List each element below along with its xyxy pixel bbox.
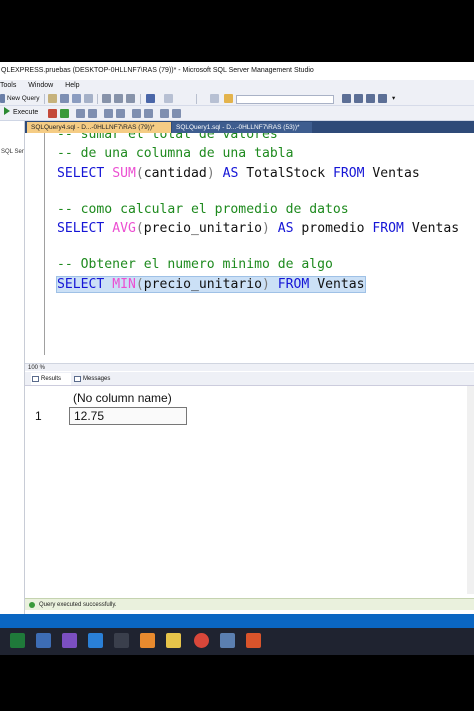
grid-icon bbox=[32, 376, 39, 382]
object-explorer-panel[interactable]: SQL Serve bbox=[0, 121, 25, 615]
results-to-icon[interactable] bbox=[104, 109, 113, 118]
query-status-bar: Query executed successfully. bbox=[25, 598, 474, 610]
find-combobox[interactable] bbox=[236, 95, 334, 104]
editor-gutter bbox=[25, 133, 49, 363]
print-icon[interactable] bbox=[84, 94, 93, 103]
new-query-button[interactable]: New Query bbox=[7, 92, 40, 106]
standard-toolbar: New Query ▾ bbox=[0, 92, 474, 106]
xampp-app-icon[interactable] bbox=[140, 633, 155, 648]
object-explorer-header: SQL Serve bbox=[1, 149, 24, 155]
vscode-app-icon[interactable] bbox=[88, 633, 103, 648]
object-explorer-icon[interactable] bbox=[354, 94, 363, 103]
cut-icon[interactable] bbox=[102, 94, 111, 103]
code-line-4: -- como calcular el promedio de datos bbox=[57, 202, 349, 217]
file-explorer-app-icon[interactable] bbox=[166, 633, 181, 648]
navigate-icon[interactable] bbox=[210, 94, 219, 103]
toolbar-overflow-icon[interactable]: ▾ bbox=[392, 92, 395, 106]
success-check-icon bbox=[29, 602, 35, 608]
ssms-app-icon[interactable] bbox=[220, 633, 235, 648]
save-icon[interactable] bbox=[60, 94, 69, 103]
tab-messages[interactable]: Messages bbox=[73, 373, 113, 385]
properties-icon[interactable] bbox=[342, 94, 351, 103]
tab-sqlquery4[interactable]: SQLQuery4.sql - D...-0HLLNF7\RAS (79))* bbox=[27, 122, 171, 133]
open-file-icon[interactable] bbox=[48, 94, 57, 103]
code-line-7: SELECT MIN(precio_unitario) FROM Ventas bbox=[56, 275, 366, 295]
play-icon bbox=[4, 107, 10, 115]
windows-taskbar bbox=[0, 628, 474, 655]
window-title: QLEXPRESS.pruebas (DESKTOP-0HLLNF7\RAS (… bbox=[0, 62, 474, 80]
code-line-5: SELECT AVG(precio_unitario) AS promedio … bbox=[57, 221, 460, 236]
message-icon bbox=[74, 376, 81, 382]
paste-icon[interactable] bbox=[126, 94, 135, 103]
results-grid: (No column name) 1 12.75 bbox=[25, 386, 474, 594]
save-all-icon[interactable] bbox=[72, 94, 81, 103]
chrome-app-icon[interactable] bbox=[194, 633, 209, 648]
console-app-icon[interactable] bbox=[114, 633, 129, 648]
column-header[interactable]: (No column name) bbox=[69, 389, 187, 407]
results-tabs: Results Messages bbox=[25, 372, 474, 386]
outdent-icon[interactable] bbox=[172, 109, 181, 118]
zoom-level[interactable]: 100 % bbox=[25, 363, 474, 371]
indent-icon[interactable] bbox=[160, 109, 169, 118]
menu-help[interactable]: Help bbox=[65, 80, 79, 92]
devtools-app-icon[interactable] bbox=[36, 633, 51, 648]
extra-app-icon[interactable] bbox=[246, 633, 261, 648]
parse-icon[interactable] bbox=[60, 109, 69, 118]
comment-icon[interactable] bbox=[132, 109, 141, 118]
outline-bar bbox=[44, 133, 45, 355]
query-editor[interactable]: -- sumar el total de valores -- de una c… bbox=[25, 133, 474, 363]
row-number[interactable]: 1 bbox=[35, 407, 55, 425]
ssms-window: QLEXPRESS.pruebas (DESKTOP-0HLLNF7\RAS (… bbox=[0, 62, 474, 655]
results-grid-icon[interactable] bbox=[116, 109, 125, 118]
terminal-app-icon[interactable] bbox=[10, 633, 25, 648]
redo-icon[interactable] bbox=[164, 94, 173, 103]
selected-query[interactable]: SELECT MIN(precio_unitario) FROM Ventas bbox=[56, 276, 366, 293]
code-line-6: -- Obtener el numero minimo de algo bbox=[57, 257, 333, 272]
copy-icon[interactable] bbox=[114, 94, 123, 103]
menu-window[interactable]: Window bbox=[28, 80, 53, 92]
display-plan-icon[interactable] bbox=[76, 109, 85, 118]
uncomment-icon[interactable] bbox=[144, 109, 153, 118]
app-status-bar bbox=[0, 614, 474, 628]
tab-sqlquery1[interactable]: SQLQuery1.sql - D...-0HLLNF7\RAS (53))* bbox=[172, 122, 312, 133]
new-query-icon[interactable] bbox=[0, 94, 5, 103]
template-explorer-icon[interactable] bbox=[366, 94, 375, 103]
menu-tools[interactable]: Tools bbox=[0, 80, 16, 92]
tab-results[interactable]: Results bbox=[31, 373, 71, 385]
cancel-query-icon[interactable] bbox=[48, 109, 57, 118]
query-options-icon[interactable] bbox=[88, 109, 97, 118]
status-message: Query executed successfully. bbox=[39, 602, 117, 608]
result-cell[interactable]: 12.75 bbox=[69, 407, 187, 425]
code-line-3: SELECT SUM(cantidad) AS TotalStock FROM … bbox=[57, 166, 420, 181]
query-text[interactable]: -- sumar el total de valores -- de una c… bbox=[56, 133, 459, 293]
execute-button[interactable]: Execute bbox=[4, 107, 38, 119]
results-scrollbar[interactable] bbox=[467, 386, 474, 594]
menu-bar: Tools Window Help bbox=[0, 80, 474, 92]
document-tabs: SQLQuery4.sql - D...-0HLLNF7\RAS (79))* … bbox=[25, 121, 474, 133]
toolbox-icon[interactable] bbox=[378, 94, 387, 103]
find-icon[interactable] bbox=[224, 94, 233, 103]
undo-icon[interactable] bbox=[146, 94, 155, 103]
sql-editor-toolbar: Execute bbox=[0, 106, 474, 121]
browser-app-icon[interactable] bbox=[62, 633, 77, 648]
code-line-2: -- de una columna de una tabla bbox=[57, 146, 294, 161]
